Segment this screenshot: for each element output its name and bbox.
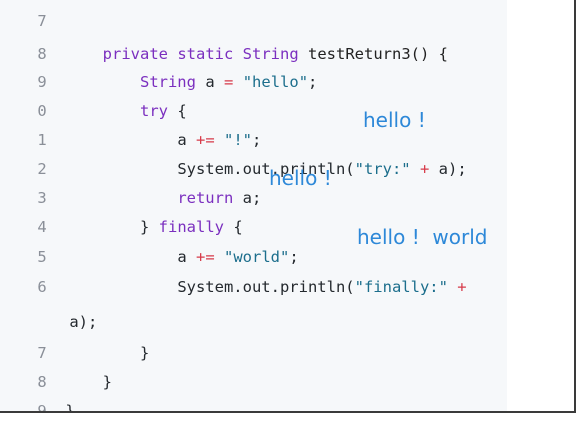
code-line-wrap: a); (32, 289, 97, 331)
semicolon: ; (308, 73, 318, 91)
string-literal: "finally:" (354, 278, 448, 296)
code-line: 5 a += "world"; (0, 224, 298, 266)
annotation-note: hello ! world (357, 225, 488, 249)
code-line: 7 (0, 0, 65, 30)
string-literal: "hello" (242, 73, 309, 91)
right-border (574, 0, 576, 412)
bottom-border (0, 411, 576, 413)
code-line: 1 a += "!"; (0, 107, 261, 149)
code-panel: 7 8 private static String testReturn3() … (0, 0, 507, 412)
variable: a (205, 73, 215, 91)
annotation-note: hello ! (363, 108, 426, 132)
operator: + (419, 160, 430, 178)
code-line: 3 return a; (0, 165, 261, 207)
method-signature: testReturn3() { (308, 45, 448, 63)
code-line: 0 try { (0, 78, 186, 120)
string-literal: "try:" (354, 160, 411, 178)
code-line: 7 } (0, 320, 149, 362)
method-call: System.out.println( (177, 278, 355, 296)
code-line: 8 private static String testReturn3() { (0, 21, 448, 63)
code-line: 9 String a = "hello"; (0, 49, 317, 91)
operator: = (224, 73, 234, 91)
code-line: 2 System.out.println("try:" + a); (0, 136, 466, 178)
code-line: 9} (0, 378, 74, 412)
code-text: a); (438, 160, 467, 178)
brace: } (139, 344, 150, 362)
annotation-note: hello ! (269, 166, 332, 190)
code-line: 6 System.out.println("finally:" + (0, 254, 466, 296)
brace: } (102, 373, 112, 391)
operator: + (457, 278, 467, 296)
code-line: 4 } finally { (0, 194, 242, 236)
code-line: 8 } (0, 349, 112, 391)
